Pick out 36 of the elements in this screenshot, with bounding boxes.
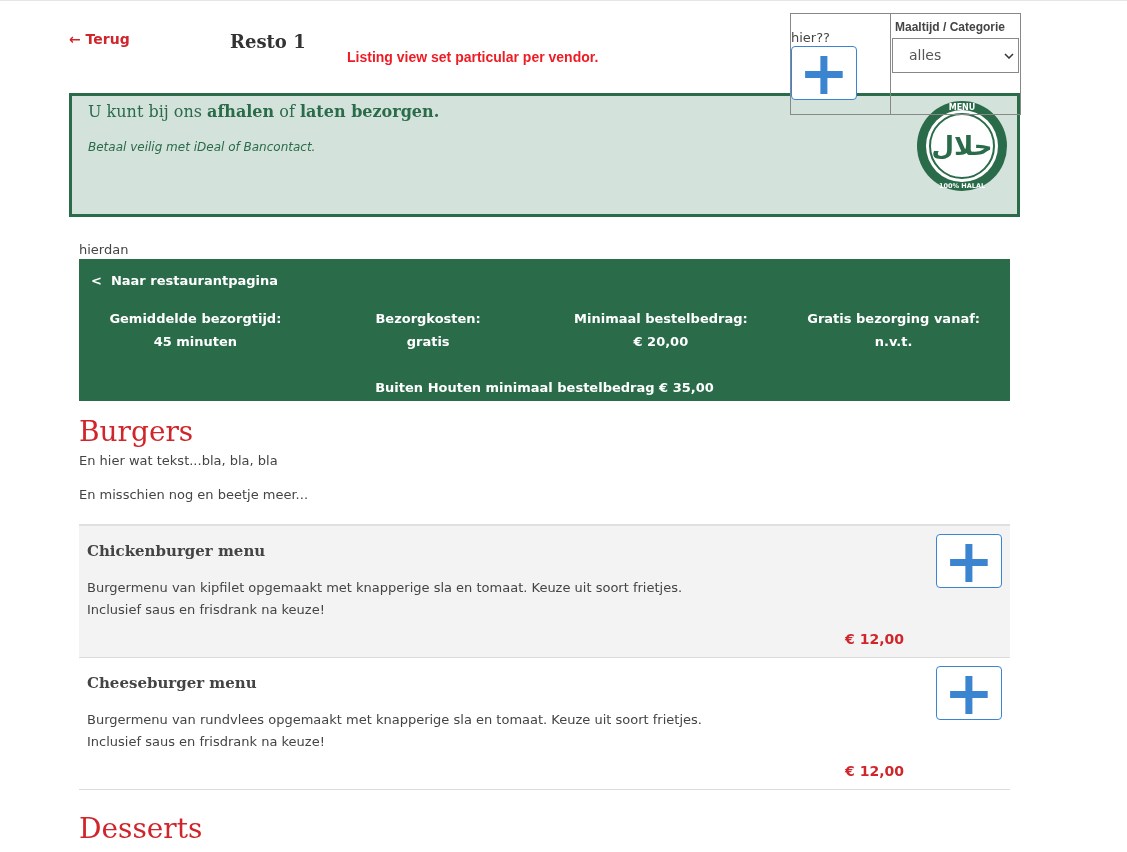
item-name: Chickenburger menu — [87, 541, 267, 562]
page-title: Resto 1 — [230, 30, 307, 54]
item-description: Inclusief saus en frisdrank na keuze! — [87, 732, 326, 751]
banner-subline: Betaal veilig met iDeal of Bancontact. — [88, 139, 317, 156]
stat-value: 45 minuten — [153, 333, 238, 351]
stat-value: n.v.t. — [874, 333, 913, 351]
category-heading: Desserts — [79, 812, 204, 846]
stat-value: € 20,00 — [633, 333, 689, 351]
minimum-order-note: Buiten Houten minimaal bestelbedrag € 35,00 — [374, 378, 715, 397]
banner-headline: U kunt bij ons afhalen of laten bezorgen. — [88, 101, 440, 123]
stat-label: Gratis bezorging vanaf: — [807, 309, 980, 328]
restaurant-page-link[interactable]: < Naar restaurantpagina — [79, 271, 1010, 291]
add-button[interactable]: + — [791, 46, 857, 100]
category-intro: En misschien nog en beetje meer... — [79, 485, 310, 504]
stat-label: Minimaal bestelbedrag: — [574, 309, 748, 328]
stat-label: Gemiddelde bezorgtijd: — [109, 309, 282, 328]
item-description: Burgermenu van kipfilet opgemaakt met knapperige sla en tomaat. Keuze uit soort frietjes. — [87, 578, 684, 597]
item-price: € 12,00 — [845, 761, 904, 781]
category-heading: Burgers — [79, 415, 195, 449]
item-description: Burgermenu van rundvlees opgemaakt met knapperige sla en tomaat. Keuze uit soort frietjes. — [87, 710, 703, 729]
category-select[interactable]: alles — [892, 38, 1019, 73]
category-intro: En hier wat tekst...bla, bla, bla — [79, 452, 279, 470]
chevron-down-icon — [1004, 52, 1014, 59]
stat-label: Bezorgkosten: — [375, 309, 481, 328]
add-button[interactable]: + — [936, 534, 1002, 588]
back-link[interactable]: ← Terug — [69, 29, 230, 50]
item-name: Cheeseburger menu — [87, 673, 258, 694]
filter-label: Maaltijd / Categorie — [894, 19, 1007, 36]
debug-note: Listing view set particular per vendor. — [347, 48, 599, 67]
overlay-label: hier?? — [791, 29, 831, 46]
debug-label: hierdan — [79, 241, 130, 259]
add-button[interactable]: + — [936, 666, 1002, 720]
item-description: Inclusief saus en frisdrank na keuze! — [87, 600, 326, 619]
stat-value: gratis — [406, 333, 450, 351]
menu-item-row[interactable]: Chickenburger menu Burgermenu van kipfilet opgemaakt met knapperige sla en tomaat. Keuze uit soort frietjes. Inclusief saus en frisdrank na keuze! € 12,00 + — [79, 526, 1010, 658]
item-price: € 12,00 — [845, 629, 904, 649]
